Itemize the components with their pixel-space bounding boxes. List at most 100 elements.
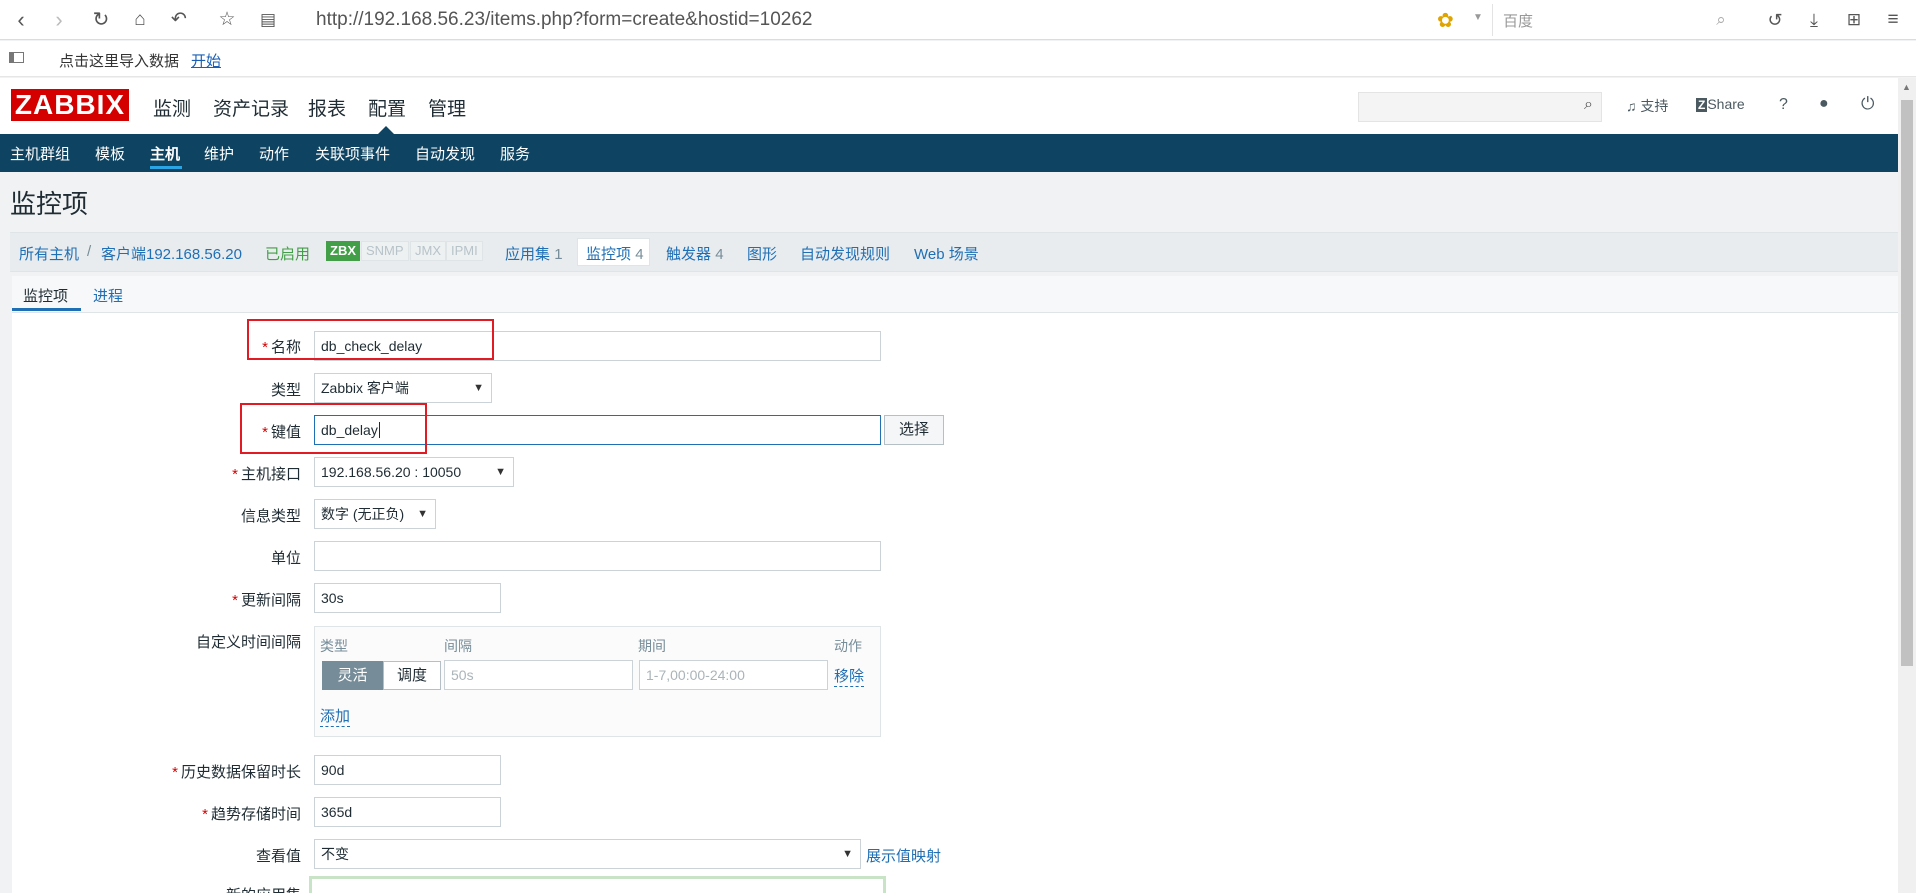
name-highlight-box (247, 319, 494, 360)
menu-inventory[interactable]: 资产记录 (213, 94, 289, 121)
interval-input[interactable]: 30s (314, 583, 501, 613)
scrollbar-thumb[interactable] (1901, 100, 1913, 666)
show-value-mappings-link[interactable]: 展示值映射 (866, 845, 941, 866)
breadcrumb-separator: / (87, 243, 92, 260)
bookmark-import-text: 点击这里导入数据 (59, 53, 180, 70)
subnav-maintenance[interactable]: 维护 (204, 143, 234, 164)
logout-icon[interactable]: ⏻ (1861, 94, 1874, 114)
forward-icon[interactable]: › (46, 7, 72, 33)
dropdown-arrow-icon: ▼ (473, 382, 484, 394)
dropdown-arrow-icon: ▼ (842, 848, 853, 860)
breadcrumb-host[interactable]: 客户端192.168.56.20 (101, 243, 242, 264)
custom-period-input[interactable]: 1-7,00:00-24:00 (639, 660, 828, 690)
zbx-availability-badge: ZBX (326, 241, 360, 261)
units-label: 单位 (270, 550, 301, 567)
home-icon[interactable]: ⌂ (127, 7, 153, 33)
custom-col-period: 期间 (638, 638, 666, 654)
flexible-toggle[interactable]: 灵活 (322, 661, 383, 690)
trends-label: * 趋势存储时间 (202, 806, 301, 823)
breadcrumb-all-hosts[interactable]: 所有主机 (19, 243, 79, 264)
subnav-templates[interactable]: 模板 (95, 143, 125, 164)
back-icon[interactable]: ‹ (8, 7, 34, 33)
type-select[interactable]: Zabbix 客户端 ▼ (314, 373, 492, 403)
dropdown-arrow-icon: ▼ (417, 508, 428, 520)
subnav-services[interactable]: 服务 (500, 143, 530, 164)
tab-preprocessing[interactable]: 进程 (93, 285, 123, 306)
host-status-enabled[interactable]: 已启用 (265, 243, 310, 264)
host-nav-graphs[interactable]: 图形 (747, 243, 777, 264)
search-icon[interactable]: ⌕ (1584, 96, 1593, 114)
valuemap-select[interactable]: 不变 ▼ (314, 839, 861, 869)
ipmi-availability-badge: IPMI (446, 241, 483, 261)
scheduling-toggle[interactable]: 调度 (383, 661, 441, 690)
menu-icon[interactable]: ≡ (1880, 7, 1906, 33)
new-application-input[interactable] (309, 876, 886, 893)
scroll-up-icon[interactable]: ▲ (1902, 82, 1911, 92)
bookmark-start-link[interactable]: 开始 (191, 50, 221, 71)
valuemap-label: 查看值 (255, 848, 301, 865)
help-link[interactable]: ? (1779, 96, 1788, 114)
zabbix-logo[interactable]: ZABBIX (11, 89, 129, 121)
jmx-availability-badge: JMX (410, 241, 446, 261)
info-type-select[interactable]: 数字 (无正负) ▼ (314, 499, 436, 529)
reload-icon[interactable]: ↻ (88, 7, 114, 33)
bee-icon[interactable]: ✿ (1437, 8, 1454, 33)
global-search-input[interactable] (1358, 92, 1602, 122)
new-application-label: 新的应用集 (81, 884, 301, 893)
reader-icon[interactable]: ▤ (255, 7, 281, 33)
share-icon: Z (1696, 98, 1708, 112)
search-icon[interactable]: ⌕ (1708, 7, 1734, 33)
custom-remove-link[interactable]: 移除 (834, 665, 865, 687)
user-profile-icon[interactable]: ● (1819, 95, 1829, 113)
host-nav-web-scenarios[interactable]: Web 场景 (914, 243, 979, 264)
subnav-hosts[interactable]: 主机 (150, 143, 180, 164)
trends-input[interactable]: 365d (314, 797, 501, 827)
sidebar-toggle-icon[interactable] (9, 52, 24, 63)
page-title: 监控项 (10, 189, 89, 219)
share-link[interactable]: Z Share (1696, 96, 1745, 112)
menu-reports[interactable]: 报表 (308, 94, 346, 121)
undo-icon[interactable]: ↶ (166, 7, 192, 33)
headset-icon: ♫ (1626, 98, 1637, 114)
interval-label: * 更新间隔 (232, 592, 301, 609)
active-menu-indicator (378, 126, 394, 134)
subnav-discovery[interactable]: 自动发现 (415, 143, 475, 164)
host-nav-applications[interactable]: 应用集 1 (505, 243, 563, 264)
custom-interval-input[interactable]: 50s (444, 660, 633, 690)
history-label: * 历史数据保留时长 (172, 764, 301, 781)
host-nav-triggers[interactable]: 触发器 4 (666, 243, 724, 264)
custom-intervals-label: 自定义时间间隔 (195, 634, 301, 651)
host-nav-discovery-rules[interactable]: 自动发现规则 (800, 243, 890, 264)
menu-monitoring[interactable]: 监测 (153, 94, 191, 121)
history-input[interactable]: 90d (314, 755, 501, 785)
interface-label: * 主机接口 (232, 466, 301, 483)
active-tab-indicator (12, 308, 81, 311)
address-bar[interactable]: http://192.168.56.23/items.php?form=crea… (316, 9, 812, 31)
subnav-actions[interactable]: 动作 (259, 143, 289, 164)
menu-administration[interactable]: 管理 (428, 94, 466, 121)
extensions-icon[interactable]: ⊞ (1841, 7, 1867, 33)
menu-configuration[interactable]: 配置 (368, 94, 406, 121)
subnav-host-groups[interactable]: 主机群组 (10, 143, 70, 164)
custom-col-action: 动作 (834, 638, 862, 654)
search-engine-input[interactable]: 百度 (1503, 10, 1533, 31)
custom-col-type: 类型 (320, 638, 348, 654)
tab-item[interactable]: 监控项 (23, 285, 68, 306)
chevron-down-icon[interactable]: ▼ (1473, 12, 1483, 23)
key-highlight-box (240, 403, 427, 454)
subnav-active-indicator (150, 166, 182, 169)
type-label: 类型 (270, 382, 301, 399)
interface-select[interactable]: 192.168.56.20 : 10050 ▼ (314, 457, 514, 487)
star-icon[interactable]: ☆ (214, 7, 240, 33)
dropdown-arrow-icon: ▼ (495, 466, 506, 478)
units-input[interactable] (314, 541, 881, 571)
history-icon[interactable]: ↺ (1762, 7, 1788, 33)
key-select-button[interactable]: 选择 (884, 415, 944, 445)
support-link[interactable]: ♫ 支持 (1626, 96, 1668, 116)
subnav-correlation[interactable]: 关联项事件 (315, 143, 390, 164)
custom-col-interval: 间隔 (444, 638, 472, 654)
custom-add-link[interactable]: 添加 (320, 705, 351, 727)
host-nav-items[interactable]: 监控项 4 (586, 243, 644, 264)
bookmark-bar (0, 41, 1916, 77)
download-icon[interactable]: ⤓ (1801, 7, 1827, 33)
